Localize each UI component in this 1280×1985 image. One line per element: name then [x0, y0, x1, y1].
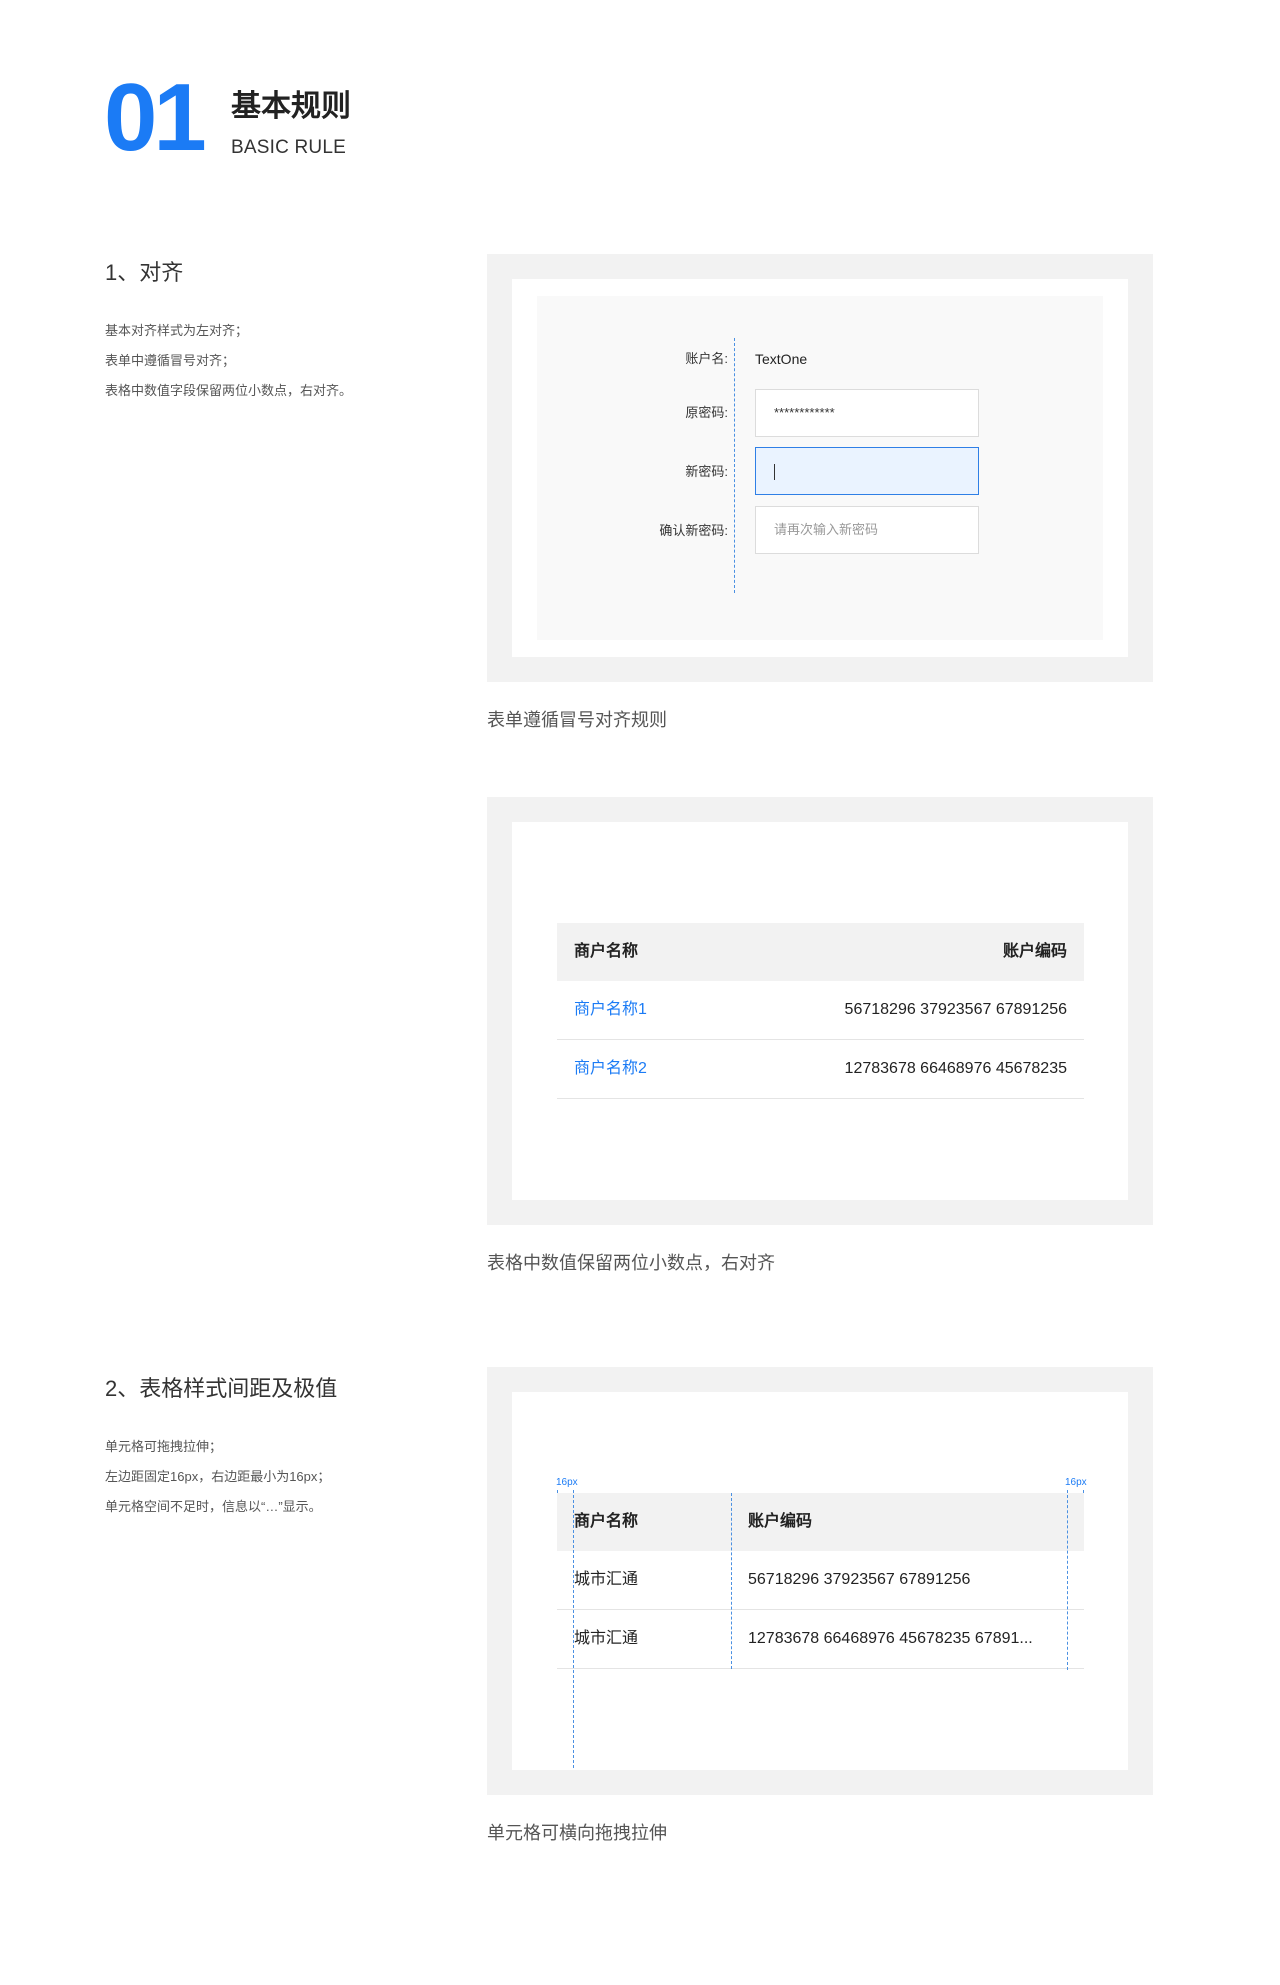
table-row: 商户名称1 56718296 37923567 67891256: [557, 981, 1084, 1040]
old-password-label: 原密码:: [685, 405, 728, 420]
account-code: 12783678 66468976 45678235: [844, 1060, 1067, 1077]
table-alignment-caption: 表格中数值保留两位小数点，右对齐: [487, 1253, 775, 1273]
header-account-code[interactable]: 账户编码: [748, 1493, 812, 1551]
form-example-card: 账户名: TextOne 原密码: ************ 新密码: 确认新密…: [512, 279, 1128, 657]
page-subtitle: BASIC RULE: [231, 137, 346, 158]
confirm-password-label: 确认新密码:: [659, 523, 728, 538]
page-title: 基本规则: [231, 90, 351, 123]
merchant-link[interactable]: 商户名称2: [574, 1040, 647, 1098]
desc-line: 基本对齐样式为左对齐；: [105, 323, 249, 338]
table-header-row: 商户名称 账户编码: [557, 923, 1084, 981]
left-padding-label: 16px: [556, 1477, 578, 1488]
column-resize-handle[interactable]: [731, 1493, 732, 1669]
header-merchant-name[interactable]: 商户名称: [574, 923, 638, 981]
table-spacing-frame: 16px 16px 商户名称 账户编码 城市汇通 56718296 379235…: [487, 1367, 1153, 1795]
colon-alignment-guide: [734, 338, 735, 593]
table-header-row: 商户名称 账户编码: [557, 1493, 1084, 1551]
section-1-description: 基本对齐样式为左对齐； 表单中遵循冒号对齐； 表格中数值字段保留两位小数点，右对…: [105, 316, 435, 406]
account-name-value: TextOne: [755, 351, 808, 367]
account-code: 56718296 37923567 67891256: [748, 1571, 971, 1588]
account-name-label: 账户名:: [685, 351, 728, 366]
desc-line: 单元格可拖拽拉伸；: [105, 1439, 223, 1454]
table-spacing-caption: 单元格可横向拖拽拉伸: [487, 1823, 667, 1843]
header-merchant-name[interactable]: 商户名称: [574, 1493, 638, 1551]
new-password-input[interactable]: [755, 447, 979, 495]
merchant-table: 商户名称 账户编码 商户名称1 56718296 37923567 678912…: [557, 923, 1084, 1099]
section-2-description: 单元格可拖拽拉伸； 左边距固定16px，右边距最小为16px； 单元格空间不足时…: [105, 1432, 435, 1522]
new-password-label: 新密码:: [685, 464, 728, 479]
text-caret: [774, 463, 775, 480]
header-account-code[interactable]: 账户编码: [1003, 923, 1067, 981]
table-row: 城市汇通 12783678 66468976 45678235 67891...: [557, 1610, 1084, 1669]
old-password-input[interactable]: ************: [755, 389, 979, 437]
account-code-truncated: 12783678 66468976 45678235 67891...: [748, 1630, 1033, 1647]
form-panel: 账户名: TextOne 原密码: ************ 新密码: 确认新密…: [537, 296, 1103, 640]
desc-line: 表单中遵循冒号对齐；: [105, 353, 236, 368]
section-number: 01: [104, 64, 207, 171]
merchant-link[interactable]: 商户名称1: [574, 981, 647, 1039]
form-example-caption: 表单遵循冒号对齐规则: [487, 710, 667, 730]
form-example-frame: 账户名: TextOne 原密码: ************ 新密码: 确认新密…: [487, 254, 1153, 682]
account-code: 56718296 37923567 67891256: [844, 1001, 1067, 1018]
desc-line: 表格中数值字段保留两位小数点，右对齐。: [105, 383, 353, 398]
spacing-table: 商户名称 账户编码 城市汇通 56718296 37923567 6789125…: [557, 1493, 1084, 1669]
table-row: 商户名称2 12783678 66468976 45678235: [557, 1040, 1084, 1099]
section-1-title: 1、对齐: [105, 260, 184, 285]
table-spacing-card: 16px 16px 商户名称 账户编码 城市汇通 56718296 379235…: [512, 1392, 1128, 1770]
right-padding-label: 16px: [1065, 1477, 1087, 1488]
right-padding-guide: [1067, 1490, 1068, 1670]
desc-line: 左边距固定16px，右边距最小为16px；: [105, 1469, 331, 1484]
confirm-password-input[interactable]: 请再次输入新密码: [755, 506, 979, 554]
section-2-title: 2、表格样式间距及极值: [105, 1376, 338, 1401]
desc-line: 单元格空间不足时，信息以“…”显示。: [105, 1499, 322, 1514]
left-padding-guide: [573, 1490, 574, 1768]
table-row: 城市汇通 56718296 37923567 67891256: [557, 1551, 1084, 1610]
table-alignment-card: 商户名称 账户编码 商户名称1 56718296 37923567 678912…: [512, 822, 1128, 1200]
table-alignment-frame: 商户名称 账户编码 商户名称1 56718296 37923567 678912…: [487, 797, 1153, 1225]
merchant-name: 城市汇通: [574, 1630, 639, 1647]
merchant-name: 城市汇通: [574, 1571, 639, 1588]
